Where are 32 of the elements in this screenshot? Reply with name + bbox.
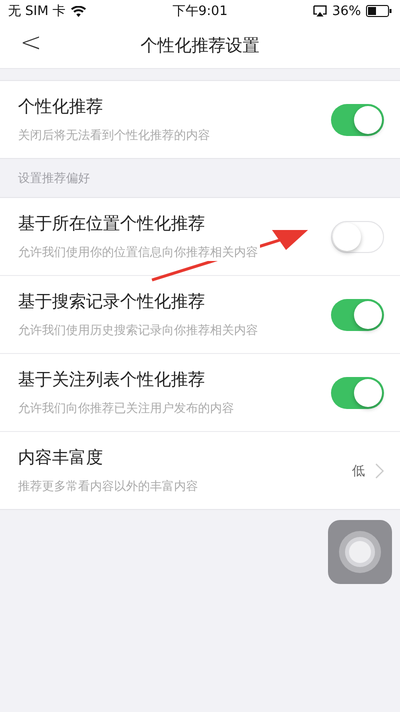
setting-row[interactable]: 基于搜索记录个性化推荐 允许我们使用历史搜索记录向你推荐相关内容 xyxy=(0,276,400,354)
setting-value: 低 xyxy=(352,462,365,480)
toggle-switch[interactable] xyxy=(331,376,384,408)
toggle-switch[interactable] xyxy=(331,220,384,252)
setting-description: 允许我们使用历史搜索记录向你推荐相关内容 xyxy=(18,322,260,339)
setting-row[interactable]: 个性化推荐 关闭后将无法看到个性化推荐的内容 xyxy=(0,81,400,158)
setting-row[interactable]: 基于所在位置个性化推荐 允许我们使用你的位置信息向你推荐相关内容 xyxy=(0,198,400,276)
back-button[interactable]: < xyxy=(14,28,48,58)
toggle-switch[interactable] xyxy=(331,298,384,330)
clock-time: 下午9:01 xyxy=(172,3,228,20)
setting-title: 个性化推荐 xyxy=(18,96,104,118)
battery-icon xyxy=(366,5,392,17)
toggle-switch[interactable] xyxy=(331,104,384,136)
setting-description: 允许我们使用你的位置信息向你推荐相关内容 xyxy=(18,244,260,261)
setting-row[interactable]: 基于关注列表个性化推荐 允许我们向你推荐已关注用户发布的内容 xyxy=(0,354,400,432)
setting-description: 推荐更多常看内容以外的丰富内容 xyxy=(18,478,200,495)
section-header: 设置推荐偏好 xyxy=(18,170,90,186)
setting-title: 内容丰富度 xyxy=(18,447,104,469)
circle-icon xyxy=(338,530,382,574)
setting-description: 允许我们向你推荐已关注用户发布的内容 xyxy=(18,400,236,417)
setting-title: 基于所在位置个性化推荐 xyxy=(18,213,206,235)
setting-title: 基于搜索记录个性化推荐 xyxy=(18,291,206,313)
carrier-label: 无 SIM 卡 xyxy=(8,3,66,20)
page-title: 个性化推荐设置 xyxy=(140,34,260,56)
setting-description: 关闭后将无法看到个性化推荐的内容 xyxy=(18,127,212,144)
setting-row[interactable]: 内容丰富度 推荐更多常看内容以外的丰富内容 低 xyxy=(0,432,400,509)
chevron-right-icon xyxy=(375,462,384,478)
setting-title: 基于关注列表个性化推荐 xyxy=(18,369,206,391)
battery-percentage: 36% xyxy=(332,4,361,18)
assistive-touch-button[interactable] xyxy=(328,520,392,584)
screen-mirroring-icon xyxy=(313,5,328,17)
wifi-icon xyxy=(70,6,86,16)
